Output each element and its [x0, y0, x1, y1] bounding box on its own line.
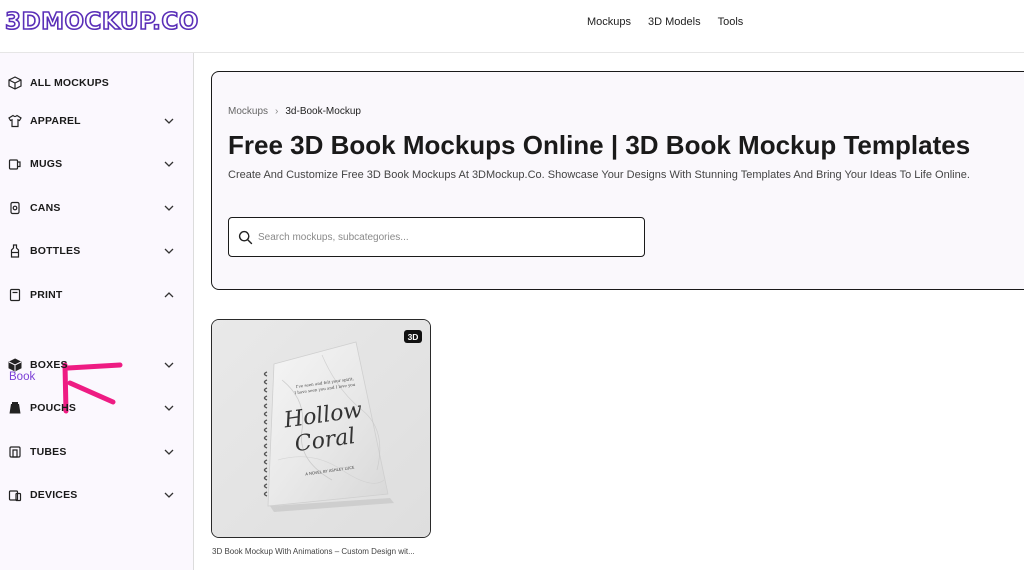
breadcrumb-current: 3d-Book-Mockup [285, 106, 361, 117]
category-sidebar: ALL MOCKUPS APPAREL MUGS CANS BOTTLES PR… [0, 53, 194, 570]
nav-mockups[interactable]: Mockups [587, 16, 631, 28]
nav-tools[interactable]: Tools [718, 16, 744, 28]
sidebar-item-print[interactable]: PRINT [0, 280, 194, 310]
sidebar-item-label: CANS [30, 202, 61, 214]
sidebar-item-label: DEVICES [30, 489, 78, 501]
chevron-right-icon: › [275, 106, 279, 117]
site-logo[interactable]: 3DMOCKUP.CO [4, 8, 199, 36]
chevron-down-icon[interactable] [162, 157, 176, 171]
page-description: Create And Customize Free 3D Book Mockup… [228, 169, 970, 181]
mug-icon [8, 157, 22, 171]
pouch-icon [8, 401, 22, 415]
sidebar-item-label: ALL MOCKUPS [30, 77, 110, 89]
sidebar-item-tubes[interactable]: TUBES [0, 437, 194, 467]
sidebar-item-label: BOXES [30, 359, 68, 371]
sidebar-item-label: TUBES [30, 446, 67, 458]
search-box[interactable] [228, 217, 645, 257]
nav-3d-models[interactable]: 3D Models [648, 16, 701, 28]
sidebar-item-label: BOTTLES [30, 245, 81, 257]
bottle-icon [8, 244, 22, 258]
chevron-up-icon[interactable] [162, 288, 176, 302]
3d-badge: 3D [404, 330, 422, 343]
sidebar-item-boxes[interactable]: BOXES [0, 350, 194, 380]
sidebar-item-devices[interactable]: DEVICES [0, 480, 194, 510]
chevron-down-icon[interactable] [162, 401, 176, 415]
breadcrumb-mockups-link[interactable]: Mockups [228, 106, 268, 117]
sidebar-item-label: APPAREL [30, 115, 81, 127]
sidebar-item-label: PRINT [30, 289, 63, 301]
cube-icon [8, 76, 22, 90]
chevron-down-icon[interactable] [162, 488, 176, 502]
can-icon [8, 201, 22, 215]
chevron-down-icon[interactable] [162, 244, 176, 258]
sidebar-item-label: MUGS [30, 158, 63, 170]
print-icon [8, 288, 22, 302]
chevron-down-icon[interactable] [162, 445, 176, 459]
tube-icon [8, 445, 22, 459]
top-header: 3DMOCKUP.CO Mockups 3D Models Tools [0, 0, 1024, 53]
sidebar-item-apparel[interactable]: APPAREL [0, 106, 194, 136]
hero-card: Mockups › 3d-Book-Mockup Free 3D Book Mo… [211, 71, 1024, 290]
sidebar-item-label: POUCHS [30, 402, 77, 414]
tshirt-icon [8, 114, 22, 128]
book-mockup-image: I've seen and felt your spirit, I have s… [212, 320, 430, 537]
breadcrumb: Mockups › 3d-Book-Mockup [228, 106, 361, 117]
sidebar-item-all-mockups[interactable]: ALL MOCKUPS [0, 68, 194, 98]
main-nav: Mockups 3D Models Tools [587, 16, 743, 28]
devices-icon [8, 488, 22, 502]
sidebar-item-bottles[interactable]: BOTTLES [0, 236, 194, 266]
chevron-down-icon[interactable] [162, 114, 176, 128]
sidebar-item-mugs[interactable]: MUGS [0, 149, 194, 179]
sidebar-item-cans[interactable]: CANS [0, 193, 194, 223]
chevron-down-icon[interactable] [162, 201, 176, 215]
box-icon [8, 358, 22, 372]
chevron-down-icon[interactable] [162, 358, 176, 372]
page-title: Free 3D Book Mockups Online | 3D Book Mo… [228, 130, 971, 160]
product-card[interactable]: I've seen and felt your spirit, I have s… [211, 319, 431, 538]
search-icon [238, 230, 253, 245]
product-title[interactable]: 3D Book Mockup With Animations – Custom … [212, 547, 415, 556]
sidebar-item-pouchs[interactable]: POUCHS [0, 393, 194, 423]
search-input[interactable] [258, 227, 628, 247]
